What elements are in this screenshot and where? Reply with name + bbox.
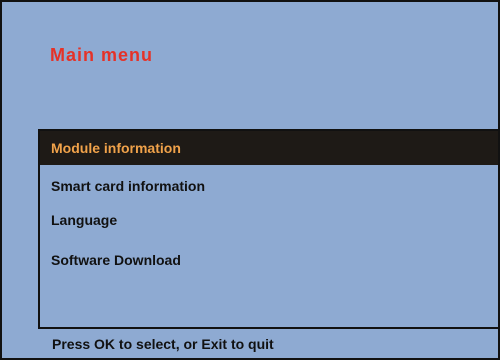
- menu-list: Module information Smart card informatio…: [38, 129, 498, 329]
- footer-hint: Press OK to select, or Exit to quit: [52, 336, 274, 352]
- main-menu-screen: Main menu Module information Smart card …: [0, 0, 500, 360]
- menu-item-smart-card-information[interactable]: Smart card information: [40, 169, 498, 203]
- menu-item-module-information[interactable]: Module information: [40, 131, 498, 165]
- menu-item-language[interactable]: Language: [40, 203, 498, 237]
- page-title: Main menu: [50, 45, 154, 65]
- menu-item-software-download[interactable]: Software Download: [40, 243, 498, 277]
